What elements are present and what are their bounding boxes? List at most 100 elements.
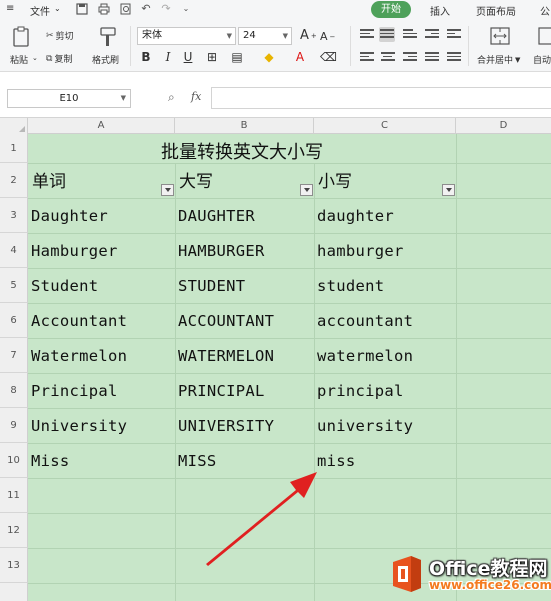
header-cell-upper[interactable]: 大写 — [179, 172, 213, 192]
filter-dropdown-b[interactable] — [300, 184, 313, 196]
row-header-9[interactable]: 9 — [0, 408, 28, 443]
zoom-formula-icon[interactable]: ⌕ — [168, 90, 175, 105]
copy-button[interactable]: ⧉ 复制 — [46, 52, 72, 66]
shrink-font-button[interactable]: A − — [320, 30, 335, 43]
row-header-4[interactable]: 4 — [0, 233, 28, 268]
table-cell[interactable]: daughter — [317, 206, 394, 226]
autowrap-button[interactable]: 自动 — [533, 53, 551, 66]
paste-icon[interactable] — [11, 26, 31, 47]
undo-icon[interactable]: ↶ — [140, 3, 152, 15]
save-icon[interactable] — [76, 3, 88, 15]
print-preview-icon[interactable] — [120, 3, 132, 15]
filter-dropdown-c[interactable] — [442, 184, 455, 196]
distributed-icon[interactable] — [447, 52, 461, 64]
row-header-5[interactable]: 5 — [0, 268, 28, 303]
table-cell[interactable]: Daughter — [31, 206, 108, 226]
row-header-3[interactable]: 3 — [0, 198, 28, 233]
align-bottom-icon[interactable] — [403, 29, 417, 41]
merge-center-button[interactable]: 合并居中 ▼ — [477, 53, 520, 67]
header-cell-word[interactable]: 单词 — [32, 172, 66, 192]
tab-page-layout[interactable]: 页面布局 — [476, 3, 516, 18]
file-menu[interactable]: 文件 — [30, 3, 50, 18]
table-cell[interactable]: Hamburger — [31, 241, 118, 261]
justify-icon[interactable] — [425, 52, 439, 64]
cut-button[interactable]: ✂ 剪切 — [46, 29, 74, 43]
row-header-14[interactable] — [0, 583, 28, 601]
paste-button[interactable]: 粘贴 — [10, 53, 28, 66]
table-cell[interactable]: watermelon — [317, 346, 413, 366]
table-cell[interactable]: accountant — [317, 311, 413, 331]
table-cell[interactable]: Student — [31, 276, 98, 296]
column-header-a[interactable]: A — [28, 118, 175, 134]
tab-formulas[interactable]: 公 — [540, 3, 550, 18]
table-cell[interactable]: Accountant — [31, 311, 127, 331]
redo-icon[interactable]: ↷ — [160, 3, 172, 15]
quick-access-more-icon[interactable]: ⌄ — [180, 3, 192, 15]
table-cell[interactable]: WATERMELON — [178, 346, 274, 366]
grow-font-button[interactable]: A + — [300, 28, 317, 43]
name-box[interactable]: E10 ▼ — [7, 89, 131, 108]
paste-chevron-icon[interactable]: ⌄ — [32, 54, 38, 62]
align-top-icon[interactable] — [360, 29, 374, 41]
column-header-b[interactable]: B — [175, 118, 314, 134]
table-cell[interactable]: hamburger — [317, 241, 404, 261]
font-size-select[interactable]: 24 ▼ — [238, 27, 292, 45]
filter-dropdown-a[interactable] — [161, 184, 174, 196]
tab-insert[interactable]: 插入 — [430, 3, 450, 18]
bold-button[interactable]: B — [139, 50, 153, 64]
align-left-icon[interactable] — [360, 52, 374, 64]
row-header-7[interactable]: 7 — [0, 338, 28, 373]
clear-format-icon[interactable]: ⌫ — [320, 50, 337, 64]
table-cell[interactable]: ACCOUNTANT — [178, 311, 274, 331]
table-cell[interactable]: UNIVERSITY — [178, 416, 274, 436]
tab-start[interactable]: 开始 — [371, 1, 411, 18]
cell-area[interactable]: 批量转换英文大小写 单词 大写 小写 Daughter DAUGHTER dau… — [28, 134, 551, 601]
merge-center-icon[interactable] — [490, 27, 510, 47]
row-header-2[interactable]: 2 — [0, 163, 28, 198]
table-cell[interactable]: Watermelon — [31, 346, 127, 366]
header-cell-lower[interactable]: 小写 — [318, 172, 352, 192]
autowrap-icon[interactable] — [538, 27, 551, 47]
table-cell[interactable]: student — [317, 276, 384, 296]
align-right-icon[interactable] — [403, 52, 417, 64]
table-cell[interactable]: MISS — [178, 451, 217, 471]
table-cell[interactable]: principal — [317, 381, 404, 401]
format-painter-icon[interactable] — [98, 26, 118, 46]
table-cell[interactable]: university — [317, 416, 413, 436]
row-header-6[interactable]: 6 — [0, 303, 28, 338]
table-cell[interactable]: Principal — [31, 381, 118, 401]
hamburger-menu-icon[interactable]: ≡ — [6, 3, 14, 14]
column-header-c[interactable]: C — [314, 118, 456, 134]
print-icon[interactable] — [98, 3, 110, 15]
align-center-icon[interactable] — [381, 52, 395, 64]
indent-increase-icon[interactable] — [447, 29, 461, 41]
font-color-button[interactable]: A — [293, 50, 307, 64]
row-header-8[interactable]: 8 — [0, 373, 28, 408]
row-header-12[interactable]: 12 — [0, 513, 28, 548]
italic-button[interactable]: I — [161, 50, 175, 64]
row-header-13[interactable]: 13 — [0, 548, 28, 583]
row-header-1[interactable]: 1 — [0, 134, 28, 163]
underline-button[interactable]: U — [181, 50, 195, 64]
row-header-11[interactable]: 11 — [0, 478, 28, 513]
select-all-corner[interactable] — [0, 118, 28, 134]
formula-input[interactable] — [211, 87, 551, 109]
format-painter-button[interactable]: 格式刷 — [92, 53, 119, 66]
table-cell[interactable]: Miss — [31, 451, 70, 471]
column-header-d[interactable]: D — [456, 118, 551, 134]
insert-function-button[interactable]: fx — [191, 90, 201, 103]
table-cell[interactable]: miss — [317, 451, 356, 471]
align-middle-icon[interactable] — [379, 27, 395, 42]
table-cell[interactable]: HAMBURGER — [178, 241, 265, 261]
border-icon[interactable]: ⊞ — [205, 50, 219, 64]
row-header-10[interactable]: 10 — [0, 443, 28, 478]
cell-style-icon[interactable]: ▤ — [230, 50, 244, 64]
fill-color-icon[interactable]: ◆ — [262, 50, 276, 64]
table-cell[interactable]: DAUGHTER — [178, 206, 255, 226]
table-cell[interactable]: STUDENT — [178, 276, 245, 296]
table-cell[interactable]: PRINCIPAL — [178, 381, 265, 401]
table-cell[interactable]: University — [31, 416, 127, 436]
file-menu-chevron-icon[interactable]: ⌄ — [54, 4, 61, 13]
font-name-select[interactable]: 宋体 ▼ — [137, 27, 236, 45]
indent-decrease-icon[interactable] — [425, 29, 439, 41]
